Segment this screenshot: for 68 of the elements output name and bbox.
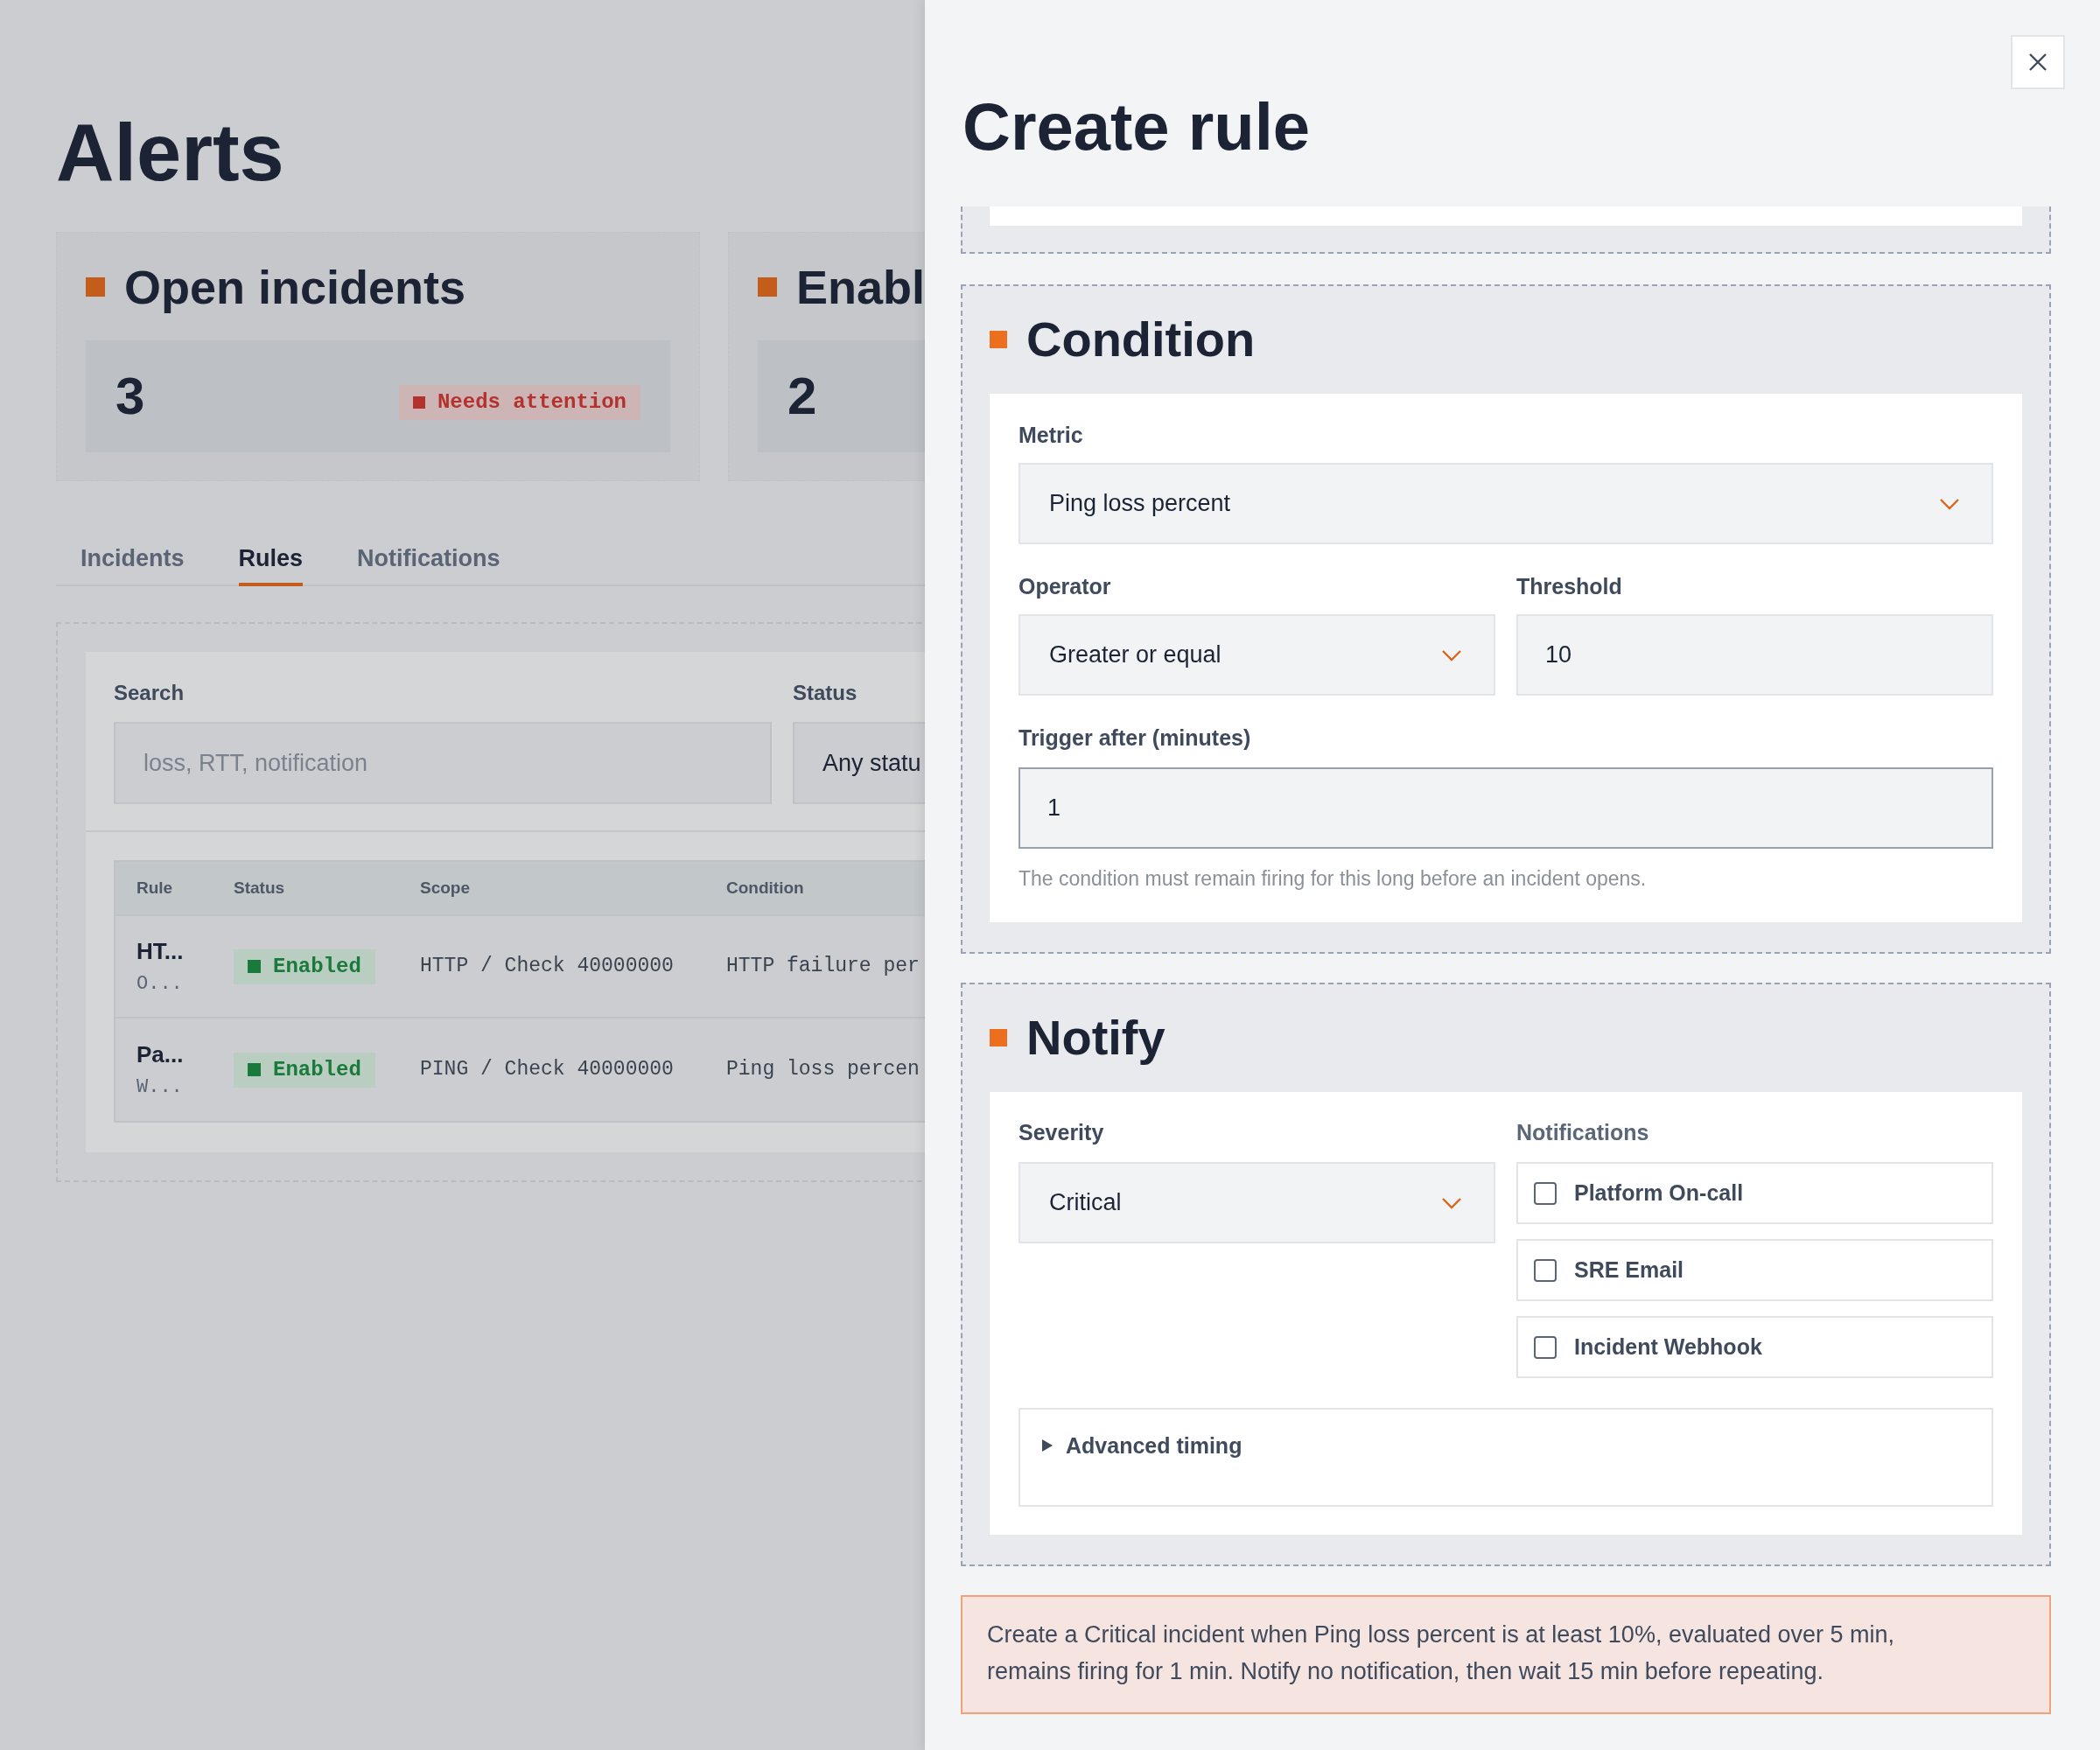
- checkbox[interactable]: [1534, 1335, 1557, 1359]
- stat-value: 2: [788, 366, 817, 427]
- field-label: Severity: [1018, 1120, 1105, 1144]
- trigger-field[interactable]: 1: [1018, 767, 1993, 849]
- table-cell-text: HTTP failure per: [726, 954, 920, 980]
- select-field[interactable]: Critical: [1018, 1162, 1495, 1243]
- field-label: Threshold: [1516, 574, 1623, 598]
- close-button[interactable]: [2011, 35, 2065, 89]
- table-row[interactable]: Pa... W... Enabled PING / Check 40000000 Ping loss percen: [116, 1018, 925, 1121]
- table-row[interactable]: HT... O... Enabled HTTP / Check 40000000 HTTP failure per: [116, 916, 925, 1018]
- square-icon: [990, 1029, 1007, 1046]
- field-label: Notifications: [1516, 1120, 1650, 1144]
- chevron-down-icon: [1441, 648, 1462, 662]
- checkbox[interactable]: [1534, 1258, 1557, 1282]
- card-title: Enabl: [796, 260, 925, 315]
- triangle-icon: [1041, 1438, 1054, 1452]
- close-icon: [2027, 52, 2048, 73]
- search-field[interactable]: loss, RTT, notification: [114, 722, 772, 804]
- disclosure-toggle[interactable]: Advanced timing: [1041, 1433, 1242, 1458]
- status-badge: Enabled: [234, 948, 375, 984]
- checkbox-option[interactable]: SRE Email: [1516, 1239, 1993, 1301]
- select-value: Ping loss percent: [1049, 489, 1231, 519]
- threshold-field[interactable]: 10: [1516, 614, 1993, 696]
- section-title: Condition: [1026, 312, 1256, 368]
- drawer-title: Create rule: [962, 88, 1312, 165]
- field-label: Operator: [1018, 574, 1112, 598]
- field-label: Search: [114, 682, 186, 704]
- square-icon: [758, 277, 777, 297]
- card-title: Open incidents: [124, 260, 466, 315]
- option-label: Incident Webhook: [1574, 1333, 1762, 1361]
- rule-name: HT...: [136, 936, 185, 966]
- tab[interactable]: Rules: [238, 513, 304, 586]
- column-header: Status: [234, 877, 286, 899]
- option-label: SRE Email: [1574, 1256, 1684, 1284]
- rule-detail: O...: [136, 971, 184, 997]
- stat-value: 3: [116, 366, 145, 427]
- select-value: Greater or equal: [1049, 640, 1222, 670]
- table-cell-text: HTTP / Check 40000000: [420, 954, 675, 980]
- status-badge: Enabled: [234, 1052, 375, 1088]
- status-badge: Needs attention: [398, 385, 640, 420]
- select-field[interactable]: Ping loss percent: [1018, 463, 1993, 544]
- column-header: Rule: [136, 877, 174, 899]
- checkbox[interactable]: [1534, 1181, 1557, 1205]
- rule-name: Pa...: [136, 1040, 185, 1069]
- select-value: Critical: [1049, 1188, 1122, 1218]
- page-title: Alerts: [56, 108, 285, 196]
- rule-detail: W...: [136, 1074, 184, 1100]
- tab[interactable]: Incidents: [80, 513, 185, 586]
- column-header: Condition: [726, 877, 805, 899]
- field-label: Trigger after (minutes): [1018, 725, 1252, 750]
- select-field[interactable]: Greater or equal: [1018, 614, 1495, 696]
- tab[interactable]: Notifications: [357, 513, 500, 586]
- chevron-down-icon: [1939, 497, 1960, 510]
- checkbox-option[interactable]: Platform On-call: [1516, 1162, 1993, 1224]
- checkbox-option[interactable]: Incident Webhook: [1516, 1316, 1993, 1378]
- option-label: Platform On-call: [1574, 1179, 1744, 1207]
- summary-text: Create a Critical incident when Ping loss percent is at least 10%, evaluated over 5 min, remains firing for 1 min. Notify no notification, then wait 15 min before repeating.: [961, 1595, 2051, 1714]
- section-title: Notify: [1026, 1010, 1166, 1066]
- column-header: Scope: [420, 877, 472, 899]
- table-cell-text: PING / Check 40000000: [420, 1057, 675, 1083]
- field-label: Status: [793, 682, 858, 704]
- chevron-down-icon: [1441, 1196, 1462, 1209]
- table-cell-text: Ping loss percen: [726, 1057, 920, 1083]
- square-icon: [990, 331, 1007, 348]
- square-icon: [86, 277, 105, 297]
- field-label: Metric: [1018, 423, 1084, 447]
- hint-text: The condition must remain firing for this long before an incident opens.: [1018, 866, 1648, 891]
- status-select[interactable]: Any statu: [793, 722, 925, 804]
